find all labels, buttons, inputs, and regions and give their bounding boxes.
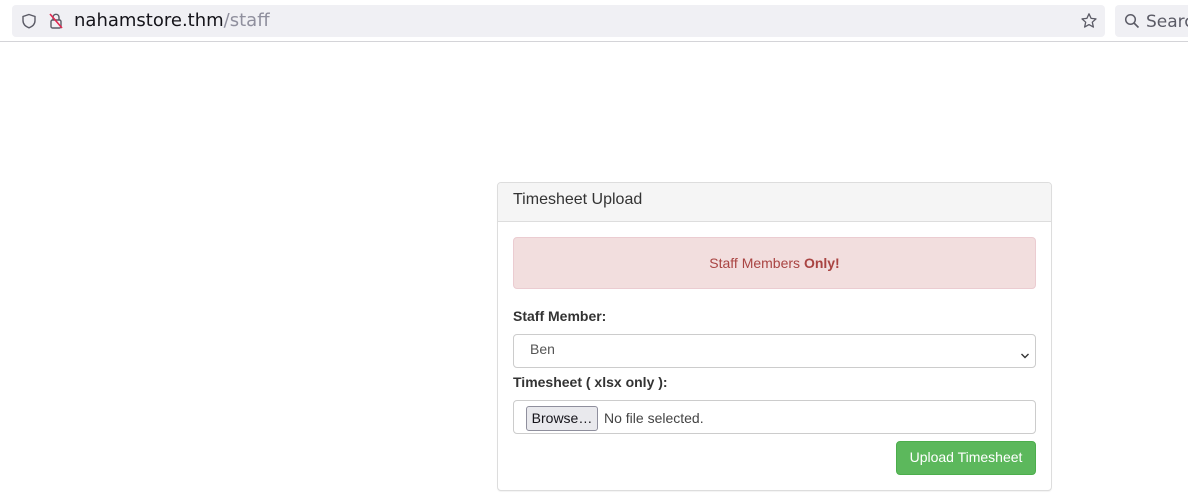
bookmark-star-icon[interactable]: [1080, 12, 1098, 35]
staff-member-value: Ben: [530, 341, 555, 357]
panel-body: Staff Members Only! Staff Member: Ben Ti…: [498, 222, 1051, 475]
shield-icon[interactable]: [21, 13, 37, 34]
upload-timesheet-button[interactable]: Upload Timesheet: [896, 441, 1036, 475]
file-status-text: No file selected.: [604, 410, 704, 426]
search-placeholder: Search: [1146, 12, 1188, 32]
url-path: /staff: [223, 10, 270, 31]
chevron-down-icon: [1020, 347, 1030, 363]
search-icon: [1124, 13, 1140, 34]
staff-only-alert: Staff Members Only!: [513, 237, 1036, 289]
staff-member-label: Staff Member:: [513, 308, 607, 324]
staff-member-select[interactable]: Ben: [513, 334, 1036, 368]
panel-title: Timesheet Upload: [498, 183, 1051, 222]
timesheet-label: Timesheet ( xlsx only ):: [513, 374, 668, 390]
browse-button[interactable]: Browse…: [526, 406, 598, 431]
address-bar[interactable]: nahamstore.thm/staff: [12, 5, 1105, 37]
insecure-lock-icon[interactable]: [48, 12, 64, 35]
alert-bold-text: Only!: [803, 255, 840, 271]
url-text[interactable]: nahamstore.thm/staff: [74, 11, 270, 31]
url-host: nahamstore.thm: [74, 10, 224, 31]
browser-toolbar: nahamstore.thm/staff Search: [0, 0, 1188, 42]
timesheet-file-input[interactable]: Browse… No file selected.: [513, 400, 1036, 434]
search-box[interactable]: Search: [1115, 5, 1188, 37]
alert-text: Staff Members: [709, 255, 804, 271]
timesheet-panel: Timesheet Upload Staff Members Only! Sta…: [497, 182, 1052, 491]
